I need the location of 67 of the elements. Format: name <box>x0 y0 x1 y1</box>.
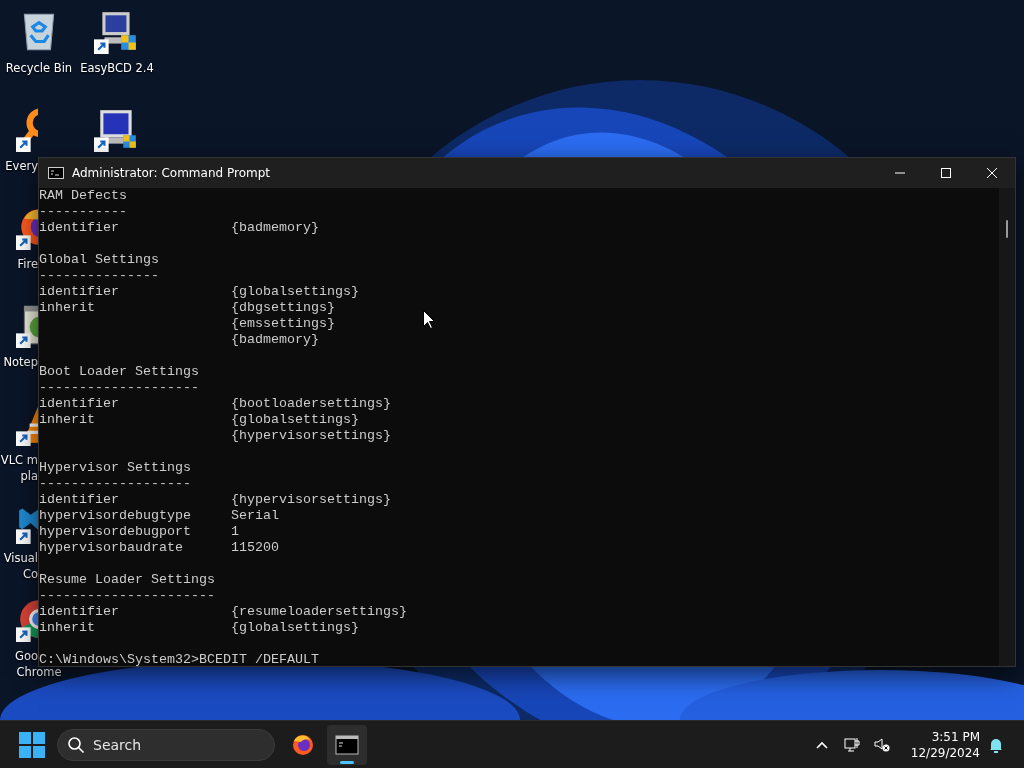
close-icon <box>986 167 998 179</box>
icon-label: Notep <box>2 354 38 370</box>
dashed-rule: ---------------------- <box>39 588 215 604</box>
setting-value: {hypervisorsettings} <box>230 428 391 444</box>
setting-value: {badmemory} <box>230 220 319 236</box>
dashed-rule: -------------------- <box>39 380 199 396</box>
setting-value: {globalsettings} <box>230 620 359 636</box>
setting-value: {resumeloadersettings} <box>230 604 407 620</box>
setting-name: identifier <box>39 492 119 507</box>
scroll-thumb[interactable] <box>1006 220 1008 238</box>
section-heading: Global Settings <box>39 252 159 268</box>
dashed-rule: --------------- <box>39 268 159 284</box>
section-heading: Boot Loader Settings <box>39 364 199 380</box>
clock-date[interactable]: 12/29/2024 <box>910 744 980 761</box>
notification-bell-icon[interactable] <box>988 736 1004 753</box>
taskbar-app-button[interactable] <box>327 724 367 765</box>
section-heading: RAM Defects <box>39 188 127 204</box>
setting-value: {globalsettings} <box>230 284 359 300</box>
icon-label: pla <box>19 468 38 484</box>
setting-value: Serial <box>230 508 279 524</box>
icon-label: Chrome <box>16 665 62 680</box>
icon-label: Every <box>4 158 38 174</box>
dashed-rule: ----------- <box>39 204 127 220</box>
setting-name: inherit <box>39 300 95 315</box>
setting-name: identifier <box>39 284 119 299</box>
network-icon[interactable] <box>843 736 860 753</box>
icon-label: VLC m <box>0 452 38 468</box>
setting-name: identifier <box>39 396 119 411</box>
setting-value: {dbgsettings} <box>230 300 335 316</box>
clock-time[interactable]: 3:51 PM <box>931 728 980 745</box>
mouse-pointer-icon <box>423 310 435 329</box>
icon-label: Co <box>21 566 38 582</box>
setting-name: hypervisordebugtype <box>39 508 191 523</box>
setting-value: {emssettings} <box>230 316 335 332</box>
setting-name: identifier <box>39 604 119 619</box>
windows-start-icon[interactable] <box>19 731 45 758</box>
maximize-icon <box>940 167 952 179</box>
search-field[interactable]: Search <box>57 728 275 761</box>
section-heading: Hypervisor Settings <box>39 460 191 476</box>
fox-globe-icon <box>291 732 315 757</box>
command-prompt-icon <box>48 167 64 179</box>
setting-value: {globalsettings} <box>230 412 359 428</box>
dashed-rule: ------------------- <box>39 476 191 492</box>
setting-name: hypervisordebugport <box>39 524 191 539</box>
command-line: C:\Windows\System32>BCEDIT /DEFAULT <box>39 652 319 667</box>
setting-name: hypervisorbaudrate <box>39 540 183 555</box>
command-prompt-icon <box>335 732 359 757</box>
scrollbar[interactable] <box>999 188 1015 666</box>
icon-label: Goo <box>14 648 38 664</box>
icon-label: Visual <box>2 550 38 566</box>
icon-label: Fire <box>16 256 38 272</box>
setting-value: {bootloadersettings} <box>230 396 391 412</box>
magnifier-icon[interactable] <box>16 106 38 152</box>
speaker-muted-icon[interactable] <box>873 736 890 753</box>
setting-value: {hypervisorsettings} <box>230 492 391 508</box>
icon-label: EasyBCD 2.4 <box>80 60 154 76</box>
setting-value: {badmemory} <box>230 332 319 348</box>
setting-name: inherit <box>39 412 95 427</box>
setting-value: 1 <box>230 524 239 540</box>
window-title: Administrator: Command Prompt <box>72 166 271 180</box>
section-heading: Resume Loader Settings <box>39 572 215 588</box>
search-icon <box>67 735 85 754</box>
icon-label: Recycle Bin <box>5 60 73 76</box>
active-indicator <box>340 760 354 764</box>
setting-value: 115200 <box>230 540 279 556</box>
setting-name: inherit <box>39 620 95 635</box>
setting-name: identifier <box>39 220 119 235</box>
